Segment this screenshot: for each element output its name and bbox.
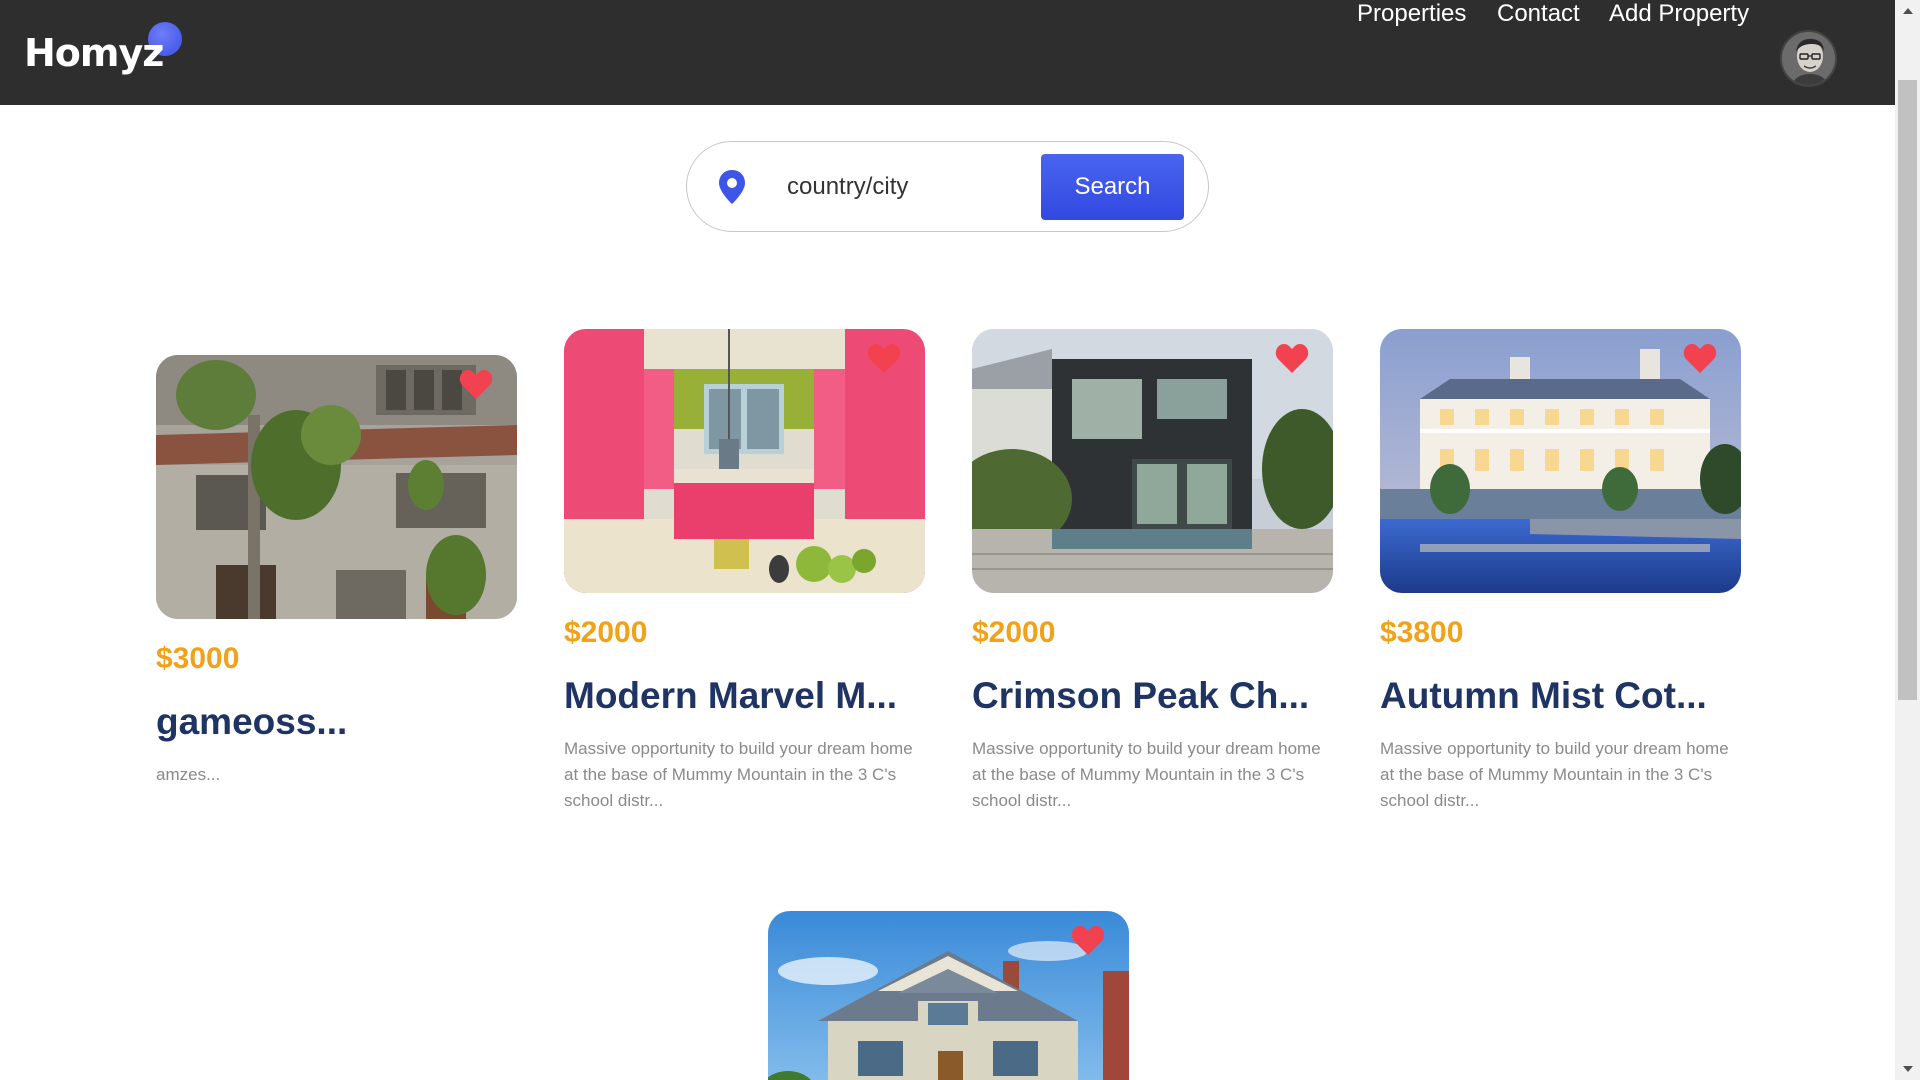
location-pin-icon — [719, 170, 745, 204]
page-scrollbar[interactable] — [1895, 0, 1920, 1080]
logo-text: Homyz — [24, 31, 164, 75]
property-card[interactable]: $3000 gameoss... amzes... — [156, 355, 517, 788]
property-description: Massive opportunity to build your dream … — [972, 739, 1321, 811]
property-card[interactable]: $3800 Autumn Mist Cot... Massive opportu… — [1380, 329, 1741, 814]
property-description: Massive opportunity to build your dream … — [1380, 739, 1729, 811]
heart-icon[interactable] — [1071, 925, 1105, 957]
search-bar: Search — [686, 141, 1209, 232]
heart-icon[interactable] — [1275, 343, 1309, 375]
scroll-up-arrow-icon[interactable] — [1895, 0, 1920, 22]
property-price: $2000 — [972, 616, 1056, 649]
homyz-logo[interactable]: Homyz — [24, 22, 184, 80]
search-button[interactable]: Search — [1041, 154, 1184, 220]
property-card[interactable]: $2000 Crimson Peak Ch... Massive opportu… — [972, 329, 1333, 814]
property-card[interactable] — [768, 911, 1129, 1080]
user-avatar[interactable] — [1780, 30, 1837, 87]
property-image[interactable] — [564, 329, 925, 593]
scrollbar-thumb[interactable] — [1898, 80, 1917, 700]
property-title: Crimson Peak Ch... — [972, 675, 1310, 716]
avatar-image — [1782, 32, 1835, 85]
property-image[interactable] — [972, 329, 1333, 593]
nav-link-contact[interactable]: Contact — [1497, 0, 1580, 28]
property-title: gameoss... — [156, 701, 348, 742]
property-description: Massive opportunity to build your dream … — [564, 739, 913, 811]
heart-icon[interactable] — [867, 343, 901, 375]
scroll-down-arrow-icon[interactable] — [1895, 1058, 1920, 1080]
nav-link-add-property[interactable]: Add Property — [1609, 0, 1749, 28]
property-image[interactable] — [768, 911, 1129, 1080]
search-input[interactable] — [787, 166, 1017, 208]
property-description: amzes... — [156, 765, 221, 785]
property-image[interactable] — [156, 355, 517, 619]
heart-icon[interactable] — [1683, 343, 1717, 375]
navbar: Homyz Properties Contact Add Property — [0, 0, 1895, 105]
property-price: $2000 — [564, 616, 648, 649]
property-title: Modern Marvel M... — [564, 675, 898, 716]
property-image[interactable] — [1380, 329, 1741, 593]
nav-link-properties[interactable]: Properties — [1357, 0, 1466, 28]
property-title: Autumn Mist Cot... — [1380, 675, 1707, 716]
property-card[interactable]: $2000 Modern Marvel M... Massive opportu… — [564, 329, 925, 814]
property-price: $3800 — [1380, 616, 1464, 649]
heart-icon[interactable] — [459, 369, 493, 401]
property-price: $3000 — [156, 642, 240, 675]
